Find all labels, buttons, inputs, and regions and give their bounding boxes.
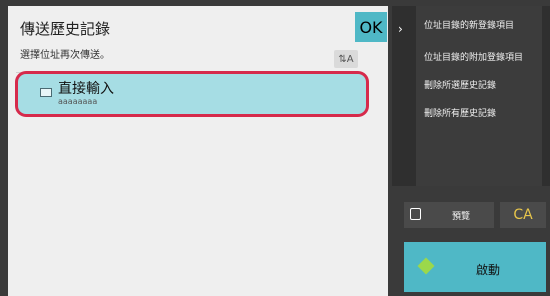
list-divider	[16, 72, 356, 73]
ca-button[interactable]: CA	[500, 202, 546, 228]
preview-button[interactable]: 預覽	[404, 202, 494, 228]
page-title: 傳送歷史記錄	[20, 20, 111, 38]
history-list-item[interactable]: 直接輸入 aaaaaaaa	[18, 74, 366, 114]
chevron-right-icon[interactable]: ›	[398, 22, 403, 36]
history-item-name: 直接輸入	[58, 81, 114, 97]
menu-item-add-address-entry[interactable]: 位址目錄的附加登錄項目	[424, 50, 523, 63]
menu-item-delete-selected-history[interactable]: 刪除所選歷史記錄	[424, 78, 496, 91]
page-subtitle: 選擇位址再次傳送。	[20, 50, 110, 61]
action-panel: › 位址目錄的新登錄項目 位址目錄的附加登錄項目 刪除所選歷史記錄 刪除所有歷史…	[392, 6, 550, 186]
history-panel: 傳送歷史記錄 選擇位址再次傳送。 ⇅A 直接輸入 aaaaaaaa	[8, 6, 388, 296]
start-label: 啟動	[476, 263, 501, 277]
start-icon	[417, 257, 435, 275]
preview-icon	[410, 208, 421, 220]
sort-icon[interactable]: ⇅A	[334, 50, 358, 68]
mail-icon	[40, 88, 52, 97]
history-item-address: aaaaaaaa	[58, 97, 98, 106]
action-menu: 位址目錄的新登錄項目 位址目錄的附加登錄項目 刪除所選歷史記錄 刪除所有歷史記錄	[416, 6, 542, 186]
menu-item-new-address-entry[interactable]: 位址目錄的新登錄項目	[424, 18, 514, 31]
start-button[interactable]: 啟動	[404, 242, 546, 292]
preview-label: 預覽	[452, 212, 471, 222]
menu-item-delete-all-history[interactable]: 刪除所有歷史記錄	[424, 106, 496, 119]
ok-button[interactable]: OK	[355, 12, 387, 42]
